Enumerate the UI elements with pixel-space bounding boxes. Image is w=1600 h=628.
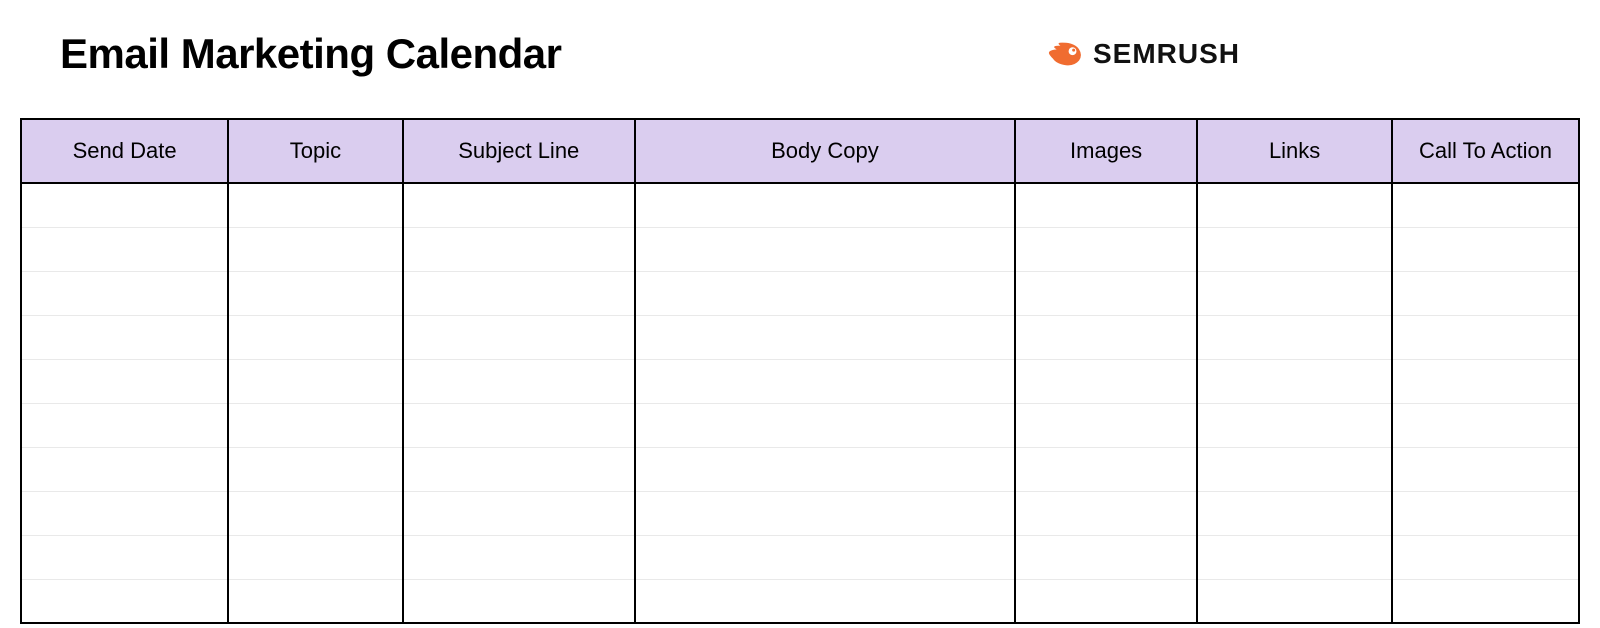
cell-links[interactable]: [1197, 447, 1392, 491]
cell-topic[interactable]: [228, 227, 402, 271]
cell-send-date[interactable]: [21, 183, 228, 227]
cell-topic[interactable]: [228, 491, 402, 535]
cell-topic[interactable]: [228, 315, 402, 359]
cell-subject-line[interactable]: [403, 315, 635, 359]
cell-body-copy[interactable]: [635, 491, 1015, 535]
cell-call-to-action[interactable]: [1392, 535, 1579, 579]
cell-links[interactable]: [1197, 491, 1392, 535]
cell-call-to-action[interactable]: [1392, 491, 1579, 535]
cell-links[interactable]: [1197, 359, 1392, 403]
cell-links[interactable]: [1197, 183, 1392, 227]
page-title: Email Marketing Calendar: [60, 30, 562, 78]
brand-name: SEMRUSH: [1093, 38, 1240, 70]
cell-send-date[interactable]: [21, 315, 228, 359]
cell-links[interactable]: [1197, 403, 1392, 447]
cell-links[interactable]: [1197, 227, 1392, 271]
cell-topic[interactable]: [228, 535, 402, 579]
cell-images[interactable]: [1015, 491, 1197, 535]
cell-links[interactable]: [1197, 579, 1392, 623]
table-header-row: Send Date Topic Subject Line Body Copy I…: [21, 119, 1579, 183]
cell-call-to-action[interactable]: [1392, 315, 1579, 359]
table-row: [21, 491, 1579, 535]
cell-body-copy[interactable]: [635, 579, 1015, 623]
cell-send-date[interactable]: [21, 403, 228, 447]
col-header-images: Images: [1015, 119, 1197, 183]
cell-send-date[interactable]: [21, 447, 228, 491]
cell-subject-line[interactable]: [403, 579, 635, 623]
cell-body-copy[interactable]: [635, 227, 1015, 271]
cell-topic[interactable]: [228, 447, 402, 491]
cell-send-date[interactable]: [21, 491, 228, 535]
cell-topic[interactable]: [228, 359, 402, 403]
cell-send-date[interactable]: [21, 359, 228, 403]
cell-links[interactable]: [1197, 315, 1392, 359]
cell-topic[interactable]: [228, 403, 402, 447]
col-header-links: Links: [1197, 119, 1392, 183]
cell-send-date[interactable]: [21, 227, 228, 271]
cell-subject-line[interactable]: [403, 403, 635, 447]
cell-subject-line[interactable]: [403, 535, 635, 579]
cell-subject-line[interactable]: [403, 447, 635, 491]
cell-call-to-action[interactable]: [1392, 403, 1579, 447]
brand-logo: SEMRUSH: [1047, 38, 1240, 70]
cell-links[interactable]: [1197, 271, 1392, 315]
cell-images[interactable]: [1015, 227, 1197, 271]
col-header-body-copy: Body Copy: [635, 119, 1015, 183]
cell-images[interactable]: [1015, 183, 1197, 227]
cell-images[interactable]: [1015, 359, 1197, 403]
cell-body-copy[interactable]: [635, 447, 1015, 491]
cell-subject-line[interactable]: [403, 271, 635, 315]
cell-body-copy[interactable]: [635, 403, 1015, 447]
col-header-subject-line: Subject Line: [403, 119, 635, 183]
cell-send-date[interactable]: [21, 535, 228, 579]
table-row: [21, 403, 1579, 447]
cell-send-date[interactable]: [21, 579, 228, 623]
cell-body-copy[interactable]: [635, 359, 1015, 403]
cell-call-to-action[interactable]: [1392, 183, 1579, 227]
cell-topic[interactable]: [228, 271, 402, 315]
cell-body-copy[interactable]: [635, 535, 1015, 579]
cell-images[interactable]: [1015, 535, 1197, 579]
cell-send-date[interactable]: [21, 271, 228, 315]
table-row: [21, 183, 1579, 227]
cell-images[interactable]: [1015, 447, 1197, 491]
cell-images[interactable]: [1015, 579, 1197, 623]
cell-call-to-action[interactable]: [1392, 579, 1579, 623]
cell-images[interactable]: [1015, 403, 1197, 447]
cell-body-copy[interactable]: [635, 315, 1015, 359]
table-row: [21, 535, 1579, 579]
col-header-send-date: Send Date: [21, 119, 228, 183]
cell-call-to-action[interactable]: [1392, 359, 1579, 403]
cell-links[interactable]: [1197, 535, 1392, 579]
cell-call-to-action[interactable]: [1392, 447, 1579, 491]
cell-subject-line[interactable]: [403, 183, 635, 227]
cell-topic[interactable]: [228, 579, 402, 623]
table-row: [21, 271, 1579, 315]
cell-body-copy[interactable]: [635, 183, 1015, 227]
col-header-call-to-action: Call To Action: [1392, 119, 1579, 183]
semrush-flame-icon: [1047, 40, 1085, 68]
table-row: [21, 359, 1579, 403]
col-header-topic: Topic: [228, 119, 402, 183]
table-row: [21, 315, 1579, 359]
cell-images[interactable]: [1015, 271, 1197, 315]
cell-subject-line[interactable]: [403, 359, 635, 403]
cell-call-to-action[interactable]: [1392, 227, 1579, 271]
cell-topic[interactable]: [228, 183, 402, 227]
table-row: [21, 227, 1579, 271]
table-row: [21, 447, 1579, 491]
table-row: [21, 579, 1579, 623]
cell-subject-line[interactable]: [403, 491, 635, 535]
cell-call-to-action[interactable]: [1392, 271, 1579, 315]
cell-subject-line[interactable]: [403, 227, 635, 271]
calendar-table: Send Date Topic Subject Line Body Copy I…: [20, 118, 1580, 624]
header: Email Marketing Calendar SEMRUSH: [20, 30, 1580, 78]
cell-images[interactable]: [1015, 315, 1197, 359]
cell-body-copy[interactable]: [635, 271, 1015, 315]
